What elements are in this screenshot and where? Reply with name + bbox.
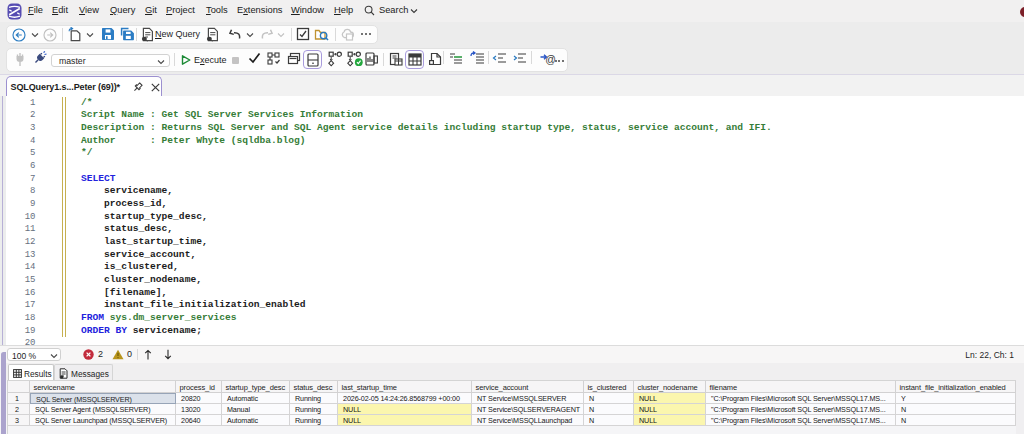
svg-text:@: @	[545, 53, 556, 65]
